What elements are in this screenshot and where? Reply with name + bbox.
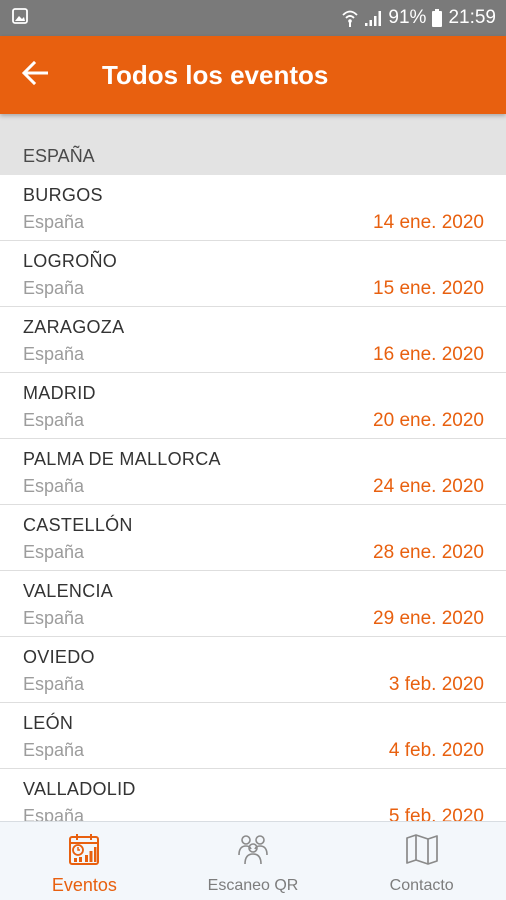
- event-city: ZARAGOZA: [23, 317, 125, 337]
- page-title: Todos los eventos: [102, 59, 329, 90]
- status-left: [12, 7, 28, 29]
- event-city: BURGOS: [23, 185, 103, 205]
- calendar-chart-icon: [66, 830, 102, 868]
- event-date: 29 ene. 2020: [373, 608, 484, 629]
- event-city: OVIEDO: [23, 647, 95, 667]
- event-country: España: [23, 608, 85, 628]
- event-city: PALMA DE MALLORCA: [23, 449, 221, 469]
- status-bar: 91% 21:59: [0, 0, 506, 36]
- wifi-icon: [342, 9, 359, 27]
- nav-item-eventos[interactable]: Eventos: [0, 822, 169, 900]
- event-date: 5 feb. 2020: [388, 806, 484, 821]
- event-row[interactable]: OVIEDO España 3 feb. 2020: [0, 637, 506, 703]
- bottom-navigation: Eventos Escaneo QR Contacto: [0, 821, 506, 900]
- event-country: España: [23, 674, 85, 694]
- signal-icon: [364, 9, 382, 27]
- event-date: 28 ene. 2020: [373, 542, 484, 563]
- event-row[interactable]: LEÓN España 4 feb. 2020: [0, 703, 506, 769]
- event-row[interactable]: MADRID España 20 ene. 2020: [0, 373, 506, 439]
- battery-percent: 91%: [388, 7, 427, 28]
- event-country: España: [23, 278, 85, 298]
- event-country: España: [23, 344, 85, 364]
- event-country: España: [23, 542, 85, 562]
- event-date: 3 feb. 2020: [388, 674, 484, 695]
- event-country: España: [23, 806, 85, 821]
- event-city: MADRID: [23, 383, 96, 403]
- event-row[interactable]: VALENCIA España 29 ene. 2020: [0, 571, 506, 637]
- event-city: VALLADOLID: [23, 779, 136, 799]
- event-date: 14 ene. 2020: [373, 212, 484, 233]
- event-row[interactable]: LOGROÑO España 15 ene. 2020: [0, 241, 506, 307]
- event-row[interactable]: BURGOS España 14 ene. 2020: [0, 175, 506, 241]
- event-city: LEÓN: [23, 713, 74, 733]
- event-country: España: [23, 740, 85, 760]
- event-row[interactable]: CASTELLÓN España 28 ene. 2020: [0, 505, 506, 571]
- arrow-left-icon: [21, 60, 49, 90]
- event-date: 15 ene. 2020: [373, 278, 484, 299]
- nav-item-contacto[interactable]: Contacto: [337, 822, 506, 900]
- event-row[interactable]: PALMA DE MALLORCA España 24 ene. 2020: [0, 439, 506, 505]
- battery-icon: [432, 9, 443, 27]
- event-date: 16 ene. 2020: [373, 344, 484, 365]
- event-country: España: [23, 212, 85, 232]
- map-icon: [404, 830, 440, 868]
- event-city: LOGROÑO: [23, 251, 118, 271]
- nav-item-escaneo-qr[interactable]: Escaneo QR: [169, 822, 338, 900]
- event-row[interactable]: VALLADOLID España 5 feb. 2020: [0, 769, 506, 821]
- nav-label: Eventos: [51, 875, 117, 895]
- nav-label: Escaneo QR: [207, 877, 299, 894]
- event-country: España: [23, 476, 85, 496]
- people-scan-icon: [235, 830, 271, 868]
- event-date: 20 ene. 2020: [373, 410, 484, 431]
- event-country: España: [23, 410, 85, 430]
- event-city: VALENCIA: [23, 581, 114, 601]
- events-list[interactable]: ESPAÑA BURGOS España 14 ene. 2020 LOGROÑ…: [0, 114, 506, 821]
- clock: 21:59: [448, 7, 496, 28]
- status-right: 91% 21:59: [342, 7, 496, 29]
- section-header-espana: ESPAÑA: [0, 114, 506, 175]
- back-button[interactable]: [0, 36, 70, 114]
- app-bar: Todos los eventos: [0, 36, 506, 114]
- nav-label: Contacto: [389, 877, 454, 894]
- event-row[interactable]: ZARAGOZA España 16 ene. 2020: [0, 307, 506, 373]
- event-city: CASTELLÓN: [23, 515, 133, 535]
- event-date: 24 ene. 2020: [373, 476, 484, 497]
- event-date: 4 feb. 2020: [388, 740, 484, 761]
- gallery-notification-icon: [12, 7, 28, 29]
